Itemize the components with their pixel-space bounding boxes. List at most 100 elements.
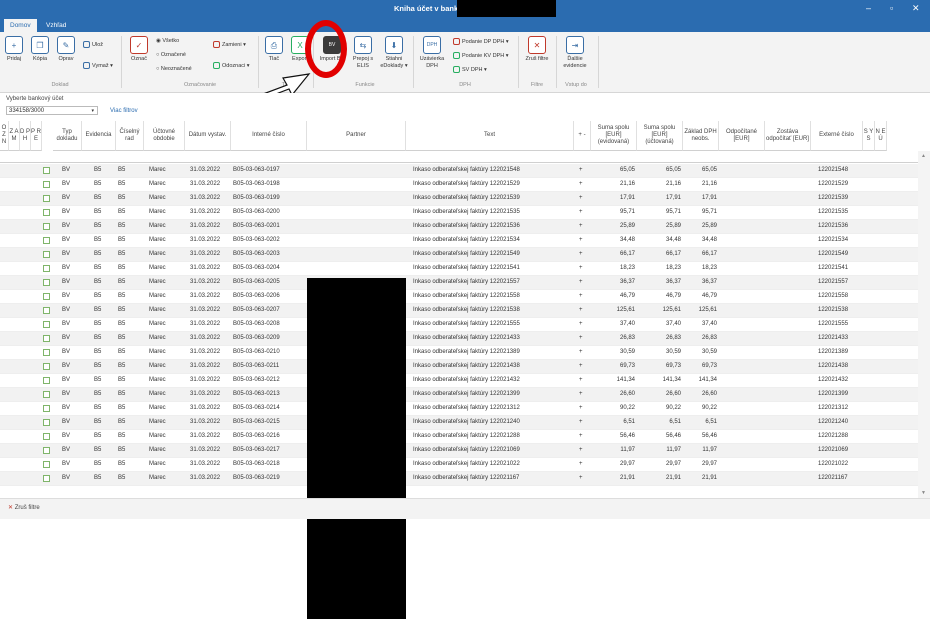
table-row[interactable]: BV B5 B5 Marec 31.03.2022 B05-03-063-0199 Inka…	[0, 192, 918, 206]
oprav-button[interactable]: ✎ Oprav	[55, 36, 77, 63]
row-checkbox[interactable]	[43, 461, 50, 468]
row-checkbox[interactable]	[43, 251, 50, 258]
column-header[interactable]: Odpočítané [EUR]	[719, 121, 765, 151]
row-checkbox[interactable]	[43, 349, 50, 356]
pridaj-button[interactable]: + Pridaj	[3, 36, 25, 63]
minimize-button[interactable]: –	[866, 3, 871, 13]
row-checkbox[interactable]	[43, 433, 50, 440]
uzavierka-dph-button[interactable]: DPH Uzávierka DPH	[417, 36, 447, 70]
sv-dph-button[interactable]: SV DPH ▾	[453, 66, 487, 73]
row-checkbox[interactable]	[43, 335, 50, 342]
table-row[interactable]: BV B5 B5 Marec 31.03.2022 B05-03-063-0209 Inka…	[0, 332, 918, 346]
table-row[interactable]: BV B5 B5 Marec 31.03.2022 B05-03-063-0210 Inka…	[0, 346, 918, 360]
column-header[interactable]: Text	[406, 121, 574, 151]
podanie-kv-dph-button[interactable]: Podanie KV DPH ▾	[453, 52, 509, 59]
row-checkbox[interactable]	[43, 321, 50, 328]
row-checkbox[interactable]	[43, 405, 50, 412]
row-checkbox[interactable]	[43, 391, 50, 398]
tab-domov[interactable]: Domov	[4, 19, 37, 32]
row-checkbox[interactable]	[43, 279, 50, 286]
column-header[interactable]: D P H	[20, 121, 31, 151]
row-checkbox[interactable]	[43, 265, 50, 272]
bank-account-select[interactable]: 334158/3000 ▾	[6, 106, 98, 115]
column-header[interactable]: Zostáva odpočítať [EUR]	[765, 121, 811, 151]
table-row[interactable]: BVB5B5Marec31.03.2022B05-03-063-0219Pave…	[0, 472, 918, 486]
row-checkbox[interactable]	[43, 363, 50, 370]
column-header[interactable]: Suma spolu [EUR] (účtovaná)	[637, 121, 683, 151]
row-checkbox[interactable]	[43, 447, 50, 454]
row-checkbox[interactable]	[43, 223, 50, 230]
prepoj-elis-button[interactable]: ⇆ Prepoj s ELIS	[350, 36, 376, 70]
table-row[interactable]: BV B5 B5 Marec 31.03.2022 B05-03-063-0217 Inka…	[0, 444, 918, 458]
radio-vsetko[interactable]: ◉ Všetko	[156, 38, 179, 44]
column-header[interactable]: Evidencia	[82, 121, 116, 151]
column-header[interactable]: Dátum vystav.	[185, 121, 231, 151]
stiahni-edoklady-button[interactable]: ⬇ Stiahni eDoklady ▾	[378, 36, 410, 70]
more-filters-link[interactable]: Viac filtrov	[110, 108, 138, 114]
row-checkbox[interactable]	[43, 419, 50, 426]
column-header[interactable]: Suma spolu [EUR] (evidovaná)	[591, 121, 637, 151]
column-header[interactable]: Účtovné obdobie	[144, 121, 185, 151]
zrus-filtre-button[interactable]: ✕ Zruš filtre	[522, 36, 552, 63]
column-header[interactable]: P R E	[31, 121, 42, 151]
row-checkbox[interactable]	[43, 377, 50, 384]
column-header[interactable]: Číselný rad	[116, 121, 144, 151]
table-row[interactable]: BV B5 B5 Marec 31.03.2022 B05-03-063-0206 Inka…	[0, 290, 918, 304]
table-row[interactable]: BV B5 B5 Marec 31.03.2022 B05-03-063-0211 Inka…	[0, 360, 918, 374]
filter-row[interactable]	[0, 151, 930, 163]
table-row[interactable]: BV B5 B5 Marec 31.03.2022 B05-03-063-0207 Inka…	[0, 304, 918, 318]
table-row[interactable]: BV B5 B5 Marec 31.03.2022 B05-03-063-0198 Inka…	[0, 178, 918, 192]
close-button[interactable]: ✕	[912, 3, 920, 14]
column-header[interactable]: O Z N	[0, 121, 9, 151]
table-row[interactable]: BV B5 B5 Marec 31.03.2022 B05-03-063-0205 Inka…	[0, 276, 918, 290]
dalsie-evidencie-button[interactable]: ⇥ Ďalšie evidencie	[559, 36, 591, 70]
table-row[interactable]: BV B5 B5 Marec 31.03.2022 B05-03-063-0216 Inka…	[0, 430, 918, 444]
cell-suma_e: 36,37	[619, 279, 635, 285]
clear-filters-status[interactable]: ✕ Zruš filtre	[8, 504, 40, 511]
column-header[interactable]: Externé číslo	[811, 121, 863, 151]
cell-interne: B05-03-063-0209	[233, 335, 280, 341]
podanie-dp-dph-button[interactable]: Podanie DP DPH ▾	[453, 38, 509, 45]
row-checkbox[interactable]	[43, 237, 50, 244]
tlac-button[interactable]: ⎙ Tlač	[263, 36, 285, 63]
vertical-scrollbar[interactable]: ▲ ▼	[918, 151, 930, 498]
radio-neoznacene[interactable]: ○ Neoznačené	[156, 66, 192, 72]
vymaz-button[interactable]: Vymaž ▾	[83, 62, 113, 69]
table-row[interactable]: BV B5 B5 Marec 31.03.2022 B05-03-063-0200 Inka…	[0, 206, 918, 220]
oznac-button[interactable]: ✓ Označ	[128, 36, 150, 63]
table-row[interactable]: BV B5 B5 Marec 31.03.2022 B05-03-063-0203 Inka…	[0, 248, 918, 262]
table-row[interactable]: BV B5 B5 Marec 31.03.2022 B05-03-063-0214 Inka…	[0, 402, 918, 416]
column-header[interactable]: Základ DPH neobs.	[683, 121, 719, 151]
scroll-up-icon[interactable]: ▲	[921, 153, 926, 159]
table-row[interactable]: BV B5 B5 Marec 31.03.2022 B05-03-063-0212 Inka…	[0, 374, 918, 388]
table-row[interactable]: BV B5 B5 Marec 31.03.2022 B05-03-063-0202 Inka…	[0, 234, 918, 248]
tab-vzhlad[interactable]: Vzhľad	[40, 19, 72, 32]
row-checkbox[interactable]	[43, 475, 50, 482]
table-row[interactable]: BV B5 B5 Marec 31.03.2022 B05-03-063-0213 Inka…	[0, 388, 918, 402]
column-header[interactable]: Typ dokladu	[53, 121, 82, 151]
zamieni-button[interactable]: Zamieni ▾	[213, 41, 246, 48]
maximize-button[interactable]: ▫	[890, 3, 893, 13]
row-checkbox[interactable]	[43, 181, 50, 188]
row-checkbox[interactable]	[43, 293, 50, 300]
kopia-button[interactable]: ❐ Kópia	[29, 36, 51, 63]
column-header[interactable]: + -	[574, 121, 591, 151]
column-header[interactable]: N E Ú	[875, 121, 887, 151]
column-header[interactable]: Partner	[307, 121, 406, 151]
radio-oznacene[interactable]: ○ Označené	[156, 52, 186, 58]
scroll-down-icon[interactable]: ▼	[921, 490, 926, 496]
table-row[interactable]: BV B5 B5 Marec 31.03.2022 B05-03-063-0204 Inka…	[0, 262, 918, 276]
table-row[interactable]: BV B5 B5 Marec 31.03.2022 B05-03-063-0215 Inka…	[0, 416, 918, 430]
table-row[interactable]: BV B5 B5 Marec 31.03.2022 B05-03-063-0218 Inka…	[0, 458, 918, 472]
column-header[interactable]: S Y S	[863, 121, 875, 151]
table-row[interactable]: BV B5 B5 Marec 31.03.2022 B05-03-063-0197 Inka…	[0, 164, 918, 178]
row-checkbox[interactable]	[43, 209, 50, 216]
row-checkbox[interactable]	[43, 307, 50, 314]
row-checkbox[interactable]	[43, 167, 50, 174]
table-row[interactable]: BV B5 B5 Marec 31.03.2022 B05-03-063-0201 Inka…	[0, 220, 918, 234]
column-header[interactable]: Z A M	[9, 121, 20, 151]
table-row[interactable]: BV B5 B5 Marec 31.03.2022 B05-03-063-0208 Inka…	[0, 318, 918, 332]
uloz-button[interactable]: Ulož	[83, 41, 103, 48]
row-checkbox[interactable]	[43, 195, 50, 202]
column-header[interactable]: Interné číslo	[231, 121, 307, 151]
